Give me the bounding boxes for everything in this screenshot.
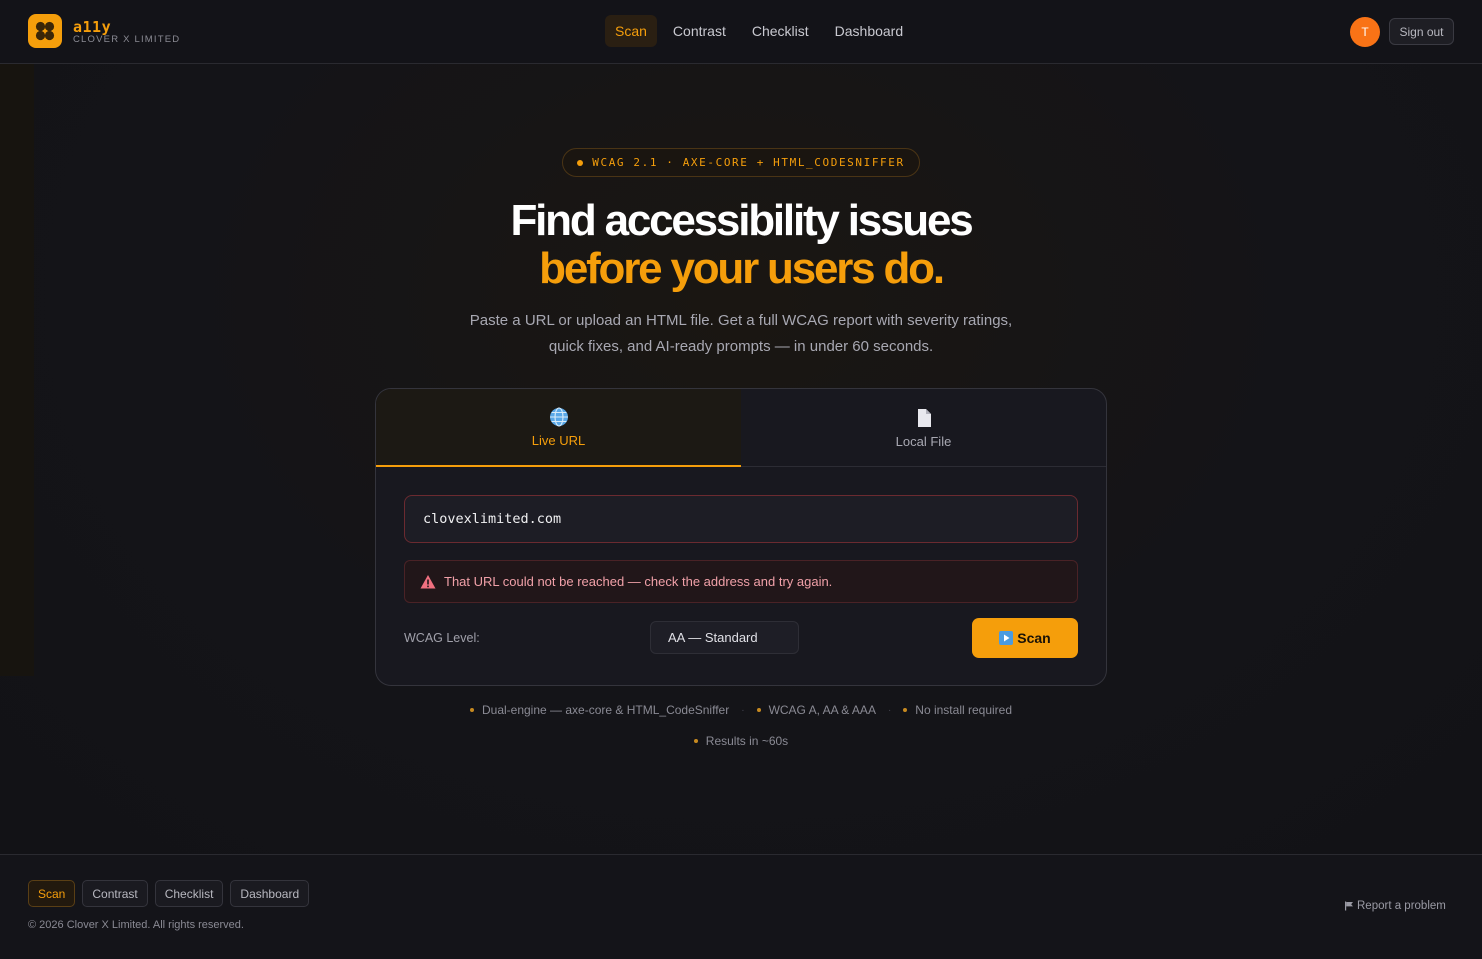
nav-scan[interactable]: Scan	[605, 15, 657, 47]
wcag-level-label: WCAG Level:	[404, 631, 480, 645]
feature-text: WCAG A, AA & AAA	[768, 703, 876, 717]
flag-icon	[1345, 901, 1353, 911]
tab-live-url-label: Live URL	[531, 432, 586, 448]
feature-item: WCAG A, AA & AAA	[756, 703, 876, 717]
globe-icon	[549, 406, 568, 427]
user-avatar[interactable]: T	[1350, 17, 1380, 47]
tab-local-file-label: Local File	[895, 433, 952, 449]
footer-nav-checklist[interactable]: Checklist	[154, 880, 224, 907]
features-row-2: Results in ~60s	[0, 734, 1482, 748]
bullet-icon	[693, 739, 698, 743]
bullet-icon	[756, 708, 761, 712]
wcag-level-value: AA — Standard	[668, 630, 758, 645]
scan-button[interactable]: Scan	[972, 618, 1078, 658]
nav-checklist[interactable]: Checklist	[742, 15, 819, 47]
brand-subtitle: CLOVER X LIMITED	[73, 34, 181, 45]
separator-dot: ·	[741, 704, 745, 716]
main-nav: Scan Contrast Checklist Dashboard	[605, 15, 913, 47]
hero-title-line1: Find accessibility issues	[510, 196, 973, 245]
error-message: That URL could not be reached — check th…	[444, 574, 833, 589]
hero-subtitle: Paste a URL or upload an HTML file. Get …	[469, 312, 1013, 355]
report-problem-label: Report a problem	[1357, 900, 1446, 912]
engine-badge: WCAG 2.1 · AXE-CORE + HTML_CODESNIFFER	[562, 148, 920, 177]
scan-button-label: Scan	[1017, 630, 1051, 646]
badge-dot-icon	[577, 159, 584, 166]
bullet-icon	[903, 708, 908, 712]
features-row-1: Dual-engine — axe-core & HTML_CodeSniffe…	[0, 703, 1482, 717]
separator-dot: ·	[887, 704, 892, 716]
wcag-level-select[interactable]: AA — Standard	[650, 621, 799, 654]
feature-text: Dual-engine — axe-core & HTML_CodeSniffe…	[481, 703, 730, 717]
tab-local-file[interactable]: Local File	[741, 389, 1106, 467]
footer-nav-contrast[interactable]: Contrast	[82, 880, 148, 907]
feature-item: Results in ~60s	[693, 734, 789, 748]
error-alert: That URL could not be reached — check th…	[404, 560, 1078, 603]
sign-out-button[interactable]: Sign out	[1389, 18, 1454, 45]
warning-icon	[420, 574, 436, 588]
source-tabs: Live URL Local File	[376, 389, 1106, 467]
url-input[interactable]	[404, 495, 1078, 543]
top-header: a11y CLOVER X LIMITED Scan Contrast Chec…	[0, 0, 1482, 64]
footer-nav-scan[interactable]: Scan	[28, 880, 76, 907]
page-footer: Scan Contrast Checklist Dashboard © 2026…	[0, 854, 1482, 959]
tab-live-url[interactable]: Live URL	[376, 389, 741, 467]
left-edge-panel	[0, 64, 34, 676]
copyright-text: © 2026 Clover X Limited. All rights rese…	[28, 919, 244, 931]
scanner-card: Live URL Local File That URL could not b…	[375, 388, 1107, 686]
feature-text: No install required	[915, 703, 1013, 717]
badge-text: WCAG 2.1 · AXE-CORE + HTML_CODESNIFFER	[592, 156, 905, 169]
feature-item: Dual-engine — axe-core & HTML_CodeSniffe…	[469, 703, 730, 717]
report-problem-link[interactable]: Report a problem	[1344, 900, 1446, 912]
footer-nav: Scan Contrast Checklist Dashboard	[28, 880, 310, 907]
feature-item: No install required	[903, 703, 1012, 717]
feature-text: Results in ~60s	[705, 734, 789, 748]
clover-icon	[35, 21, 55, 41]
play-icon	[999, 631, 1014, 645]
file-icon	[917, 408, 931, 427]
footer-nav-dashboard[interactable]: Dashboard	[230, 880, 310, 907]
nav-dashboard[interactable]: Dashboard	[825, 15, 914, 47]
bullet-icon	[469, 708, 474, 712]
brand-logo[interactable]	[28, 14, 62, 48]
hero-title-line2: before your users do.	[539, 244, 945, 293]
nav-contrast[interactable]: Contrast	[663, 15, 736, 47]
